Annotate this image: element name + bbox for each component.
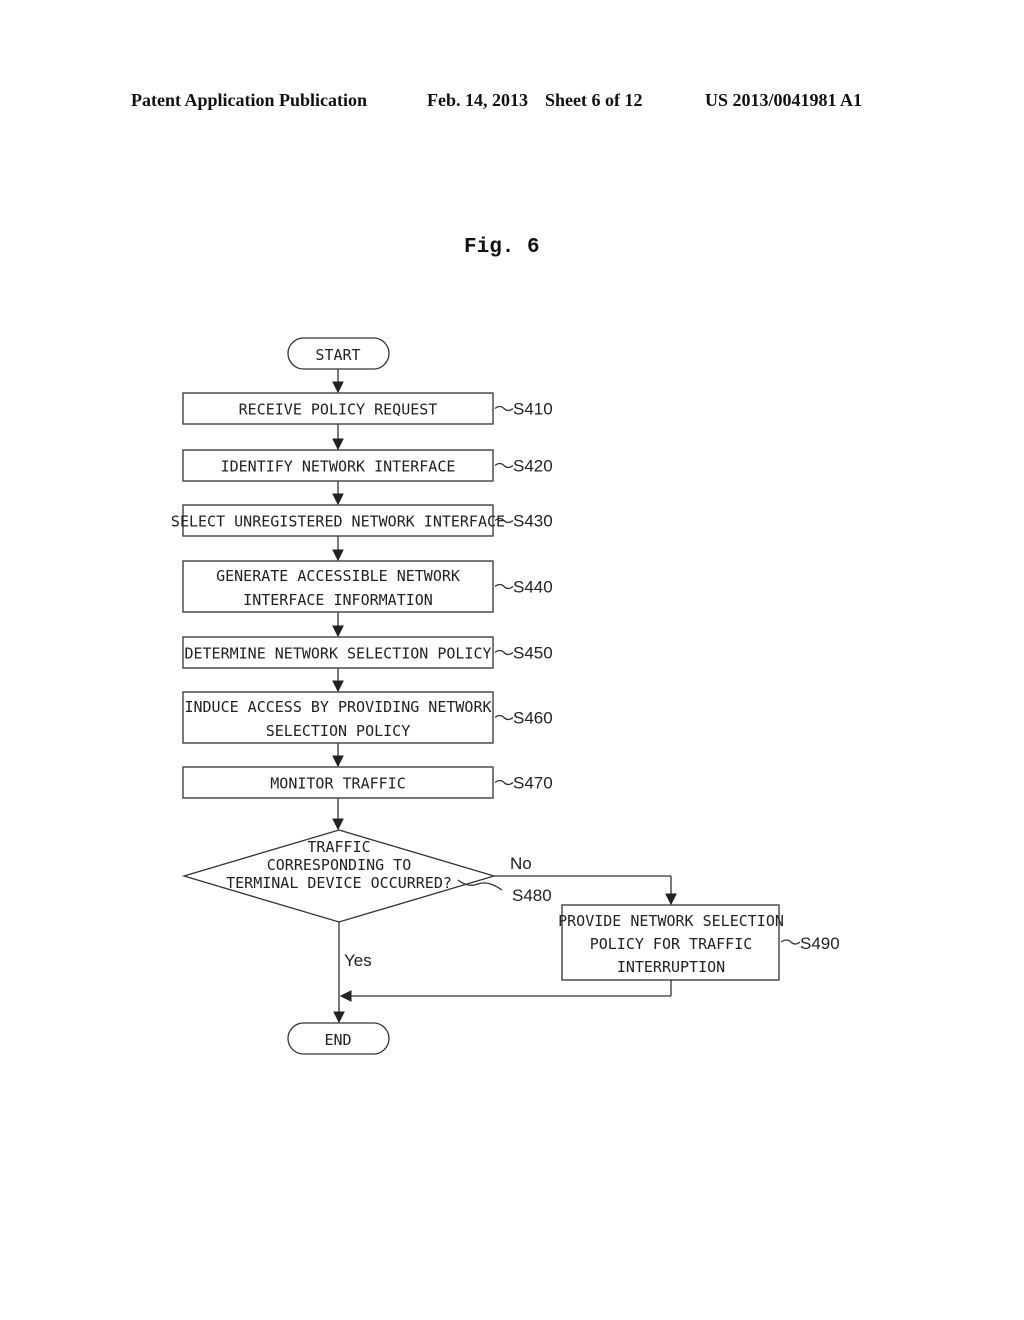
- step-s490-leader: [780, 939, 801, 945]
- step-s460-line-2: SELECTION POLICY: [266, 722, 411, 740]
- step-s420-line-1: IDENTIFY NETWORK INTERFACE: [221, 458, 456, 476]
- step-s420-leader: [494, 462, 514, 469]
- no-label: No: [510, 854, 532, 873]
- step-s470-id: S470: [513, 774, 553, 793]
- step-s490-line-1: PROVIDE NETWORK SELECTION: [558, 912, 784, 930]
- step-s490-line-2: POLICY FOR TRAFFIC: [590, 935, 753, 953]
- step-s440-line-1: GENERATE ACCESSIBLE NETWORK: [216, 567, 460, 585]
- decision-line-1: TRAFFIC: [307, 838, 370, 856]
- step-s410-leader: [494, 405, 514, 412]
- step-s460-id: S460: [513, 709, 553, 728]
- step-s460: INDUCE ACCESS BY PROVIDING NETWORK SELECT…: [182, 691, 553, 744]
- step-s430-line-1: SELECT UNREGISTERED NETWORK INTERFACE: [171, 513, 505, 531]
- step-s420-id: S420: [513, 457, 553, 476]
- step-s410-line-1: RECEIVE POLICY REQUEST: [239, 401, 438, 419]
- step-s410: RECEIVE POLICY REQUEST S410: [182, 392, 553, 425]
- step-s490-line-3: INTERRUPTION: [617, 958, 725, 976]
- start-terminal: START: [287, 337, 390, 370]
- decision-line-3: TERMINAL DEVICE OCCURRED?: [226, 874, 452, 892]
- end-terminal: END: [287, 1022, 390, 1055]
- step-s450: DETERMINE NETWORK SELECTION POLICY S450: [182, 636, 553, 669]
- step-s430: SELECT UNREGISTERED NETWORK INTERFACE S43…: [171, 504, 553, 537]
- step-s430-id: S430: [513, 512, 553, 531]
- step-s440: GENERATE ACCESSIBLE NETWORK INTERFACE INF…: [182, 560, 553, 613]
- yes-label: Yes: [344, 951, 372, 970]
- step-s490-id: S490: [800, 934, 840, 953]
- step-s470: MONITOR TRAFFIC S470: [182, 766, 553, 799]
- step-s460-line-1: INDUCE ACCESS BY PROVIDING NETWORK: [184, 698, 491, 716]
- step-s440-id: S440: [513, 578, 553, 597]
- step-s440-leader: [494, 583, 514, 590]
- end-label: END: [324, 1031, 351, 1049]
- step-s410-id: S410: [513, 400, 553, 419]
- decision-step-id: S480: [512, 886, 552, 905]
- decision-line-2: CORRESPONDING TO: [267, 856, 412, 874]
- step-s420: IDENTIFY NETWORK INTERFACE S420: [182, 449, 553, 482]
- step-s440-line-2: INTERFACE INFORMATION: [243, 591, 433, 609]
- step-s450-leader: [494, 649, 514, 656]
- step-s470-leader: [494, 779, 514, 786]
- start-label: START: [315, 346, 360, 364]
- step-s490: PROVIDE NETWORK SELECTION POLICY FOR TRA…: [558, 904, 840, 981]
- step-s470-line-1: MONITOR TRAFFIC: [270, 775, 405, 793]
- step-s450-line-1: DETERMINE NETWORK SELECTION POLICY: [184, 645, 491, 663]
- step-s460-leader: [494, 714, 514, 721]
- step-s450-id: S450: [513, 644, 553, 663]
- flowchart: START RECEIVE POLICY REQUEST S410 IDENTIFY…: [171, 337, 840, 1055]
